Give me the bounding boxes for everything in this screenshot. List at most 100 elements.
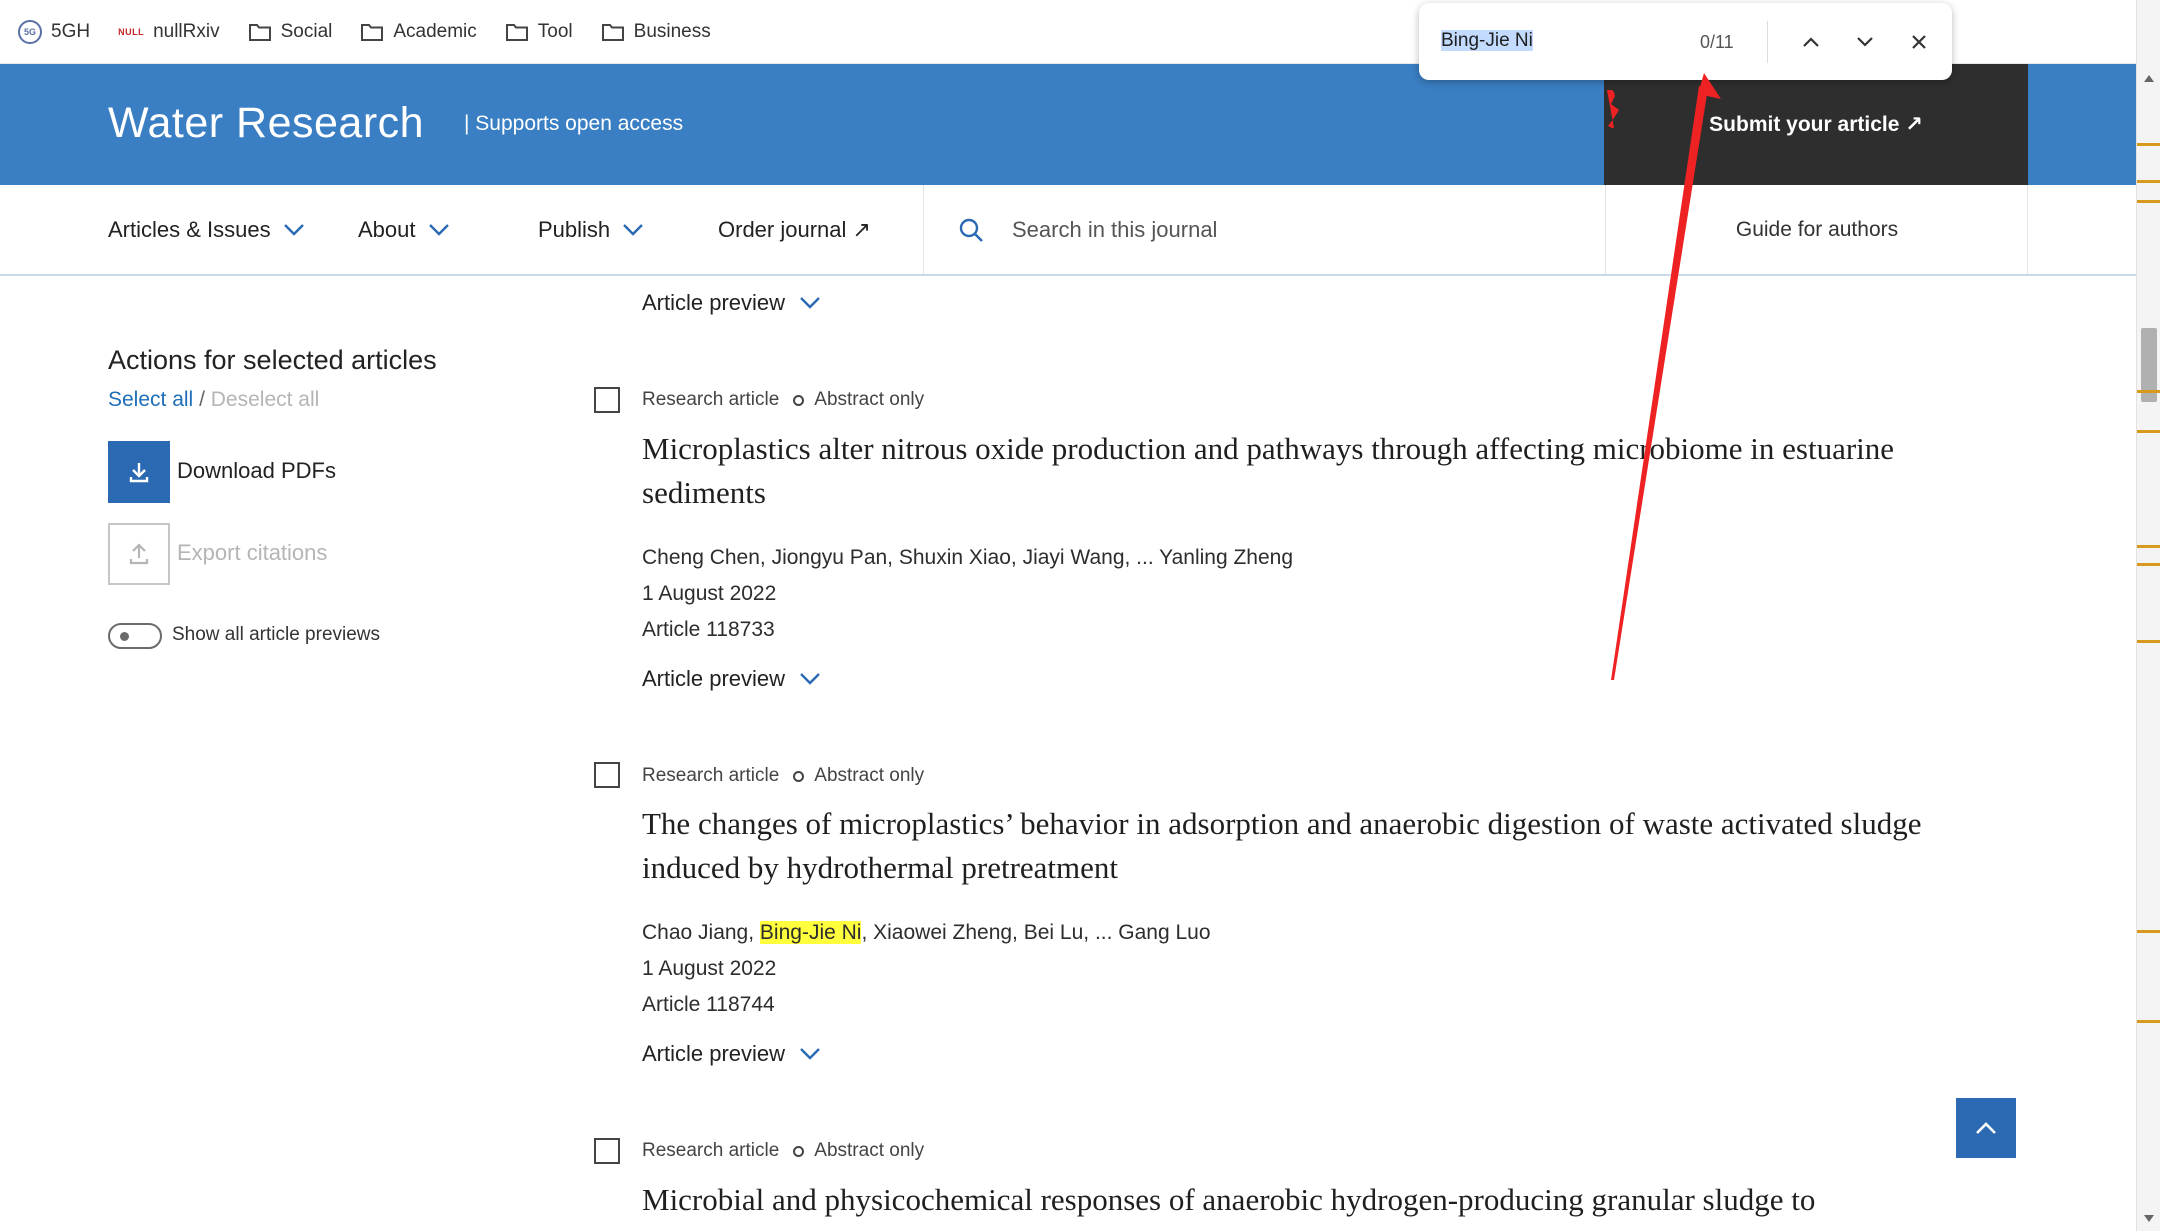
bookmark-folder-social[interactable]: Social bbox=[248, 21, 332, 43]
nav-order-journal[interactable]: Order journal ↗ bbox=[718, 217, 871, 243]
article-number: Article 118733 bbox=[642, 618, 775, 641]
journal-search[interactable] bbox=[958, 195, 1598, 265]
nav-label: About bbox=[358, 217, 416, 242]
scroll-up-arrow-icon[interactable] bbox=[2143, 72, 2155, 84]
article-type: Research article bbox=[642, 765, 780, 786]
article-preview-toggle[interactable]: Article preview bbox=[642, 1041, 821, 1067]
nav-divider bbox=[923, 185, 924, 274]
bookmark-folder-academic[interactable]: Academic bbox=[360, 21, 477, 43]
export-citations-label: Export citations bbox=[177, 540, 328, 565]
chevron-down-icon bbox=[1857, 37, 1873, 47]
guide-for-authors-link[interactable]: Guide for authors bbox=[1606, 185, 2028, 274]
authors-text: Chao Jiang, bbox=[642, 921, 760, 944]
article-access: Abstract only bbox=[814, 1140, 925, 1161]
close-icon bbox=[1912, 35, 1926, 49]
scroll-down-arrow-icon[interactable] bbox=[2143, 1212, 2155, 1224]
scroll-to-top-button[interactable] bbox=[1956, 1098, 2016, 1158]
article-title-line: Microbial and physicochemical responses … bbox=[642, 1182, 1816, 1217]
find-match-marker bbox=[2137, 430, 2160, 433]
bookmark-folder-business[interactable]: Business bbox=[601, 21, 711, 43]
access-dot-icon bbox=[793, 1145, 805, 1157]
article-type: Research article bbox=[642, 1140, 780, 1161]
article-previews-toggle-label[interactable]: Show all article previews bbox=[172, 624, 380, 646]
journal-title[interactable]: Water Research bbox=[108, 99, 424, 148]
chevron-down-icon bbox=[800, 673, 820, 685]
find-in-page-bar: Bing-Jie Ni 0/11 bbox=[1419, 3, 1952, 80]
nav-about[interactable]: About bbox=[358, 217, 450, 243]
article-access: Abstract only bbox=[814, 389, 925, 410]
article-meta: Research article Abstract only bbox=[642, 1140, 924, 1162]
bookmark-label: Tool bbox=[537, 20, 573, 42]
find-close-button[interactable] bbox=[1904, 27, 1934, 57]
article-title-link[interactable]: Microbial and physicochemical responses … bbox=[642, 1178, 2017, 1222]
nav-publish[interactable]: Publish bbox=[538, 217, 644, 243]
bookmark-folder-tool[interactable]: Tool bbox=[505, 21, 573, 43]
actions-heading: Actions for selected articles bbox=[108, 345, 437, 375]
export-citations-button bbox=[108, 523, 170, 585]
nav-label: Publish bbox=[538, 217, 611, 242]
preview-label: Article preview bbox=[642, 290, 786, 315]
access-dot-icon bbox=[793, 770, 805, 782]
selection-separator: / bbox=[199, 388, 205, 411]
article-checkbox[interactable] bbox=[594, 1138, 620, 1164]
download-pdfs-button[interactable] bbox=[108, 441, 170, 503]
article-checkbox[interactable] bbox=[594, 762, 620, 788]
nav-articles-issues[interactable]: Articles & Issues bbox=[108, 217, 305, 243]
article-title-link[interactable]: Microplastics alter nitrous oxide produc… bbox=[642, 427, 2017, 515]
article-title-line: induced by hydrothermal pretreatment bbox=[642, 850, 1119, 885]
preview-label: Article preview bbox=[642, 666, 786, 691]
find-match-marker bbox=[2137, 930, 2160, 933]
find-next-button[interactable] bbox=[1850, 27, 1880, 57]
bookmark-5gh[interactable]: 5G 5GH bbox=[18, 19, 91, 44]
article-preview-toggle[interactable]: Article preview bbox=[642, 290, 821, 316]
site-logo-icon: 5G bbox=[18, 19, 42, 44]
folder-icon bbox=[601, 22, 625, 42]
search-icon bbox=[959, 218, 983, 242]
bookmark-label: nullRxiv bbox=[153, 20, 220, 42]
article-title-link[interactable]: The changes of microplastics’ behavior i… bbox=[642, 802, 2017, 890]
bookmark-nullrxiv[interactable]: NULL nullRxiv bbox=[118, 21, 220, 43]
chevron-up-icon bbox=[1803, 37, 1819, 47]
authors-text: , Xiaowei Zheng, Bei Lu, ... Gang Luo bbox=[861, 921, 1211, 944]
article-title-line: The changes of microplastics’ behavior i… bbox=[642, 806, 1922, 841]
nav-divider bbox=[2027, 185, 2028, 274]
page-scrollbar[interactable] bbox=[2136, 0, 2160, 1231]
find-match-marker bbox=[2137, 563, 2160, 566]
selection-links: Select all / Deselect all bbox=[108, 388, 319, 412]
chevron-down-icon bbox=[800, 297, 820, 309]
submit-article-button[interactable]: Submit your article ↗ bbox=[1604, 64, 2028, 185]
chevron-down-icon bbox=[800, 1048, 820, 1060]
find-previous-button[interactable] bbox=[1796, 27, 1826, 57]
find-match-marker bbox=[2137, 1020, 2160, 1023]
journal-header: Water Research | Supports open access Su… bbox=[0, 64, 2136, 185]
folder-icon bbox=[360, 22, 384, 42]
article-date: 1 August 2022 bbox=[642, 957, 777, 980]
folder-icon bbox=[505, 22, 529, 42]
find-match-marker bbox=[2137, 200, 2160, 203]
article-previews-toggle[interactable] bbox=[108, 623, 162, 649]
find-input[interactable]: Bing-Jie Ni bbox=[1441, 30, 1533, 52]
article-type: Research article bbox=[642, 389, 780, 410]
find-match-count: 0/11 bbox=[1700, 32, 1734, 52]
upload-icon bbox=[129, 543, 149, 565]
find-match-marker bbox=[2137, 390, 2160, 393]
null-logo-icon: NULL bbox=[118, 26, 145, 37]
article-meta: Research article Abstract only bbox=[642, 389, 924, 411]
find-divider bbox=[1767, 21, 1768, 63]
bookmark-label: 5GH bbox=[51, 20, 91, 42]
chevron-down-icon bbox=[283, 224, 304, 236]
article-title-line: Microplastics alter nitrous oxide produc… bbox=[642, 431, 1895, 466]
download-pdfs-label[interactable]: Download PDFs bbox=[177, 458, 336, 484]
find-match-marker bbox=[2137, 640, 2160, 643]
find-match-marker bbox=[2137, 545, 2160, 548]
article-checkbox[interactable] bbox=[594, 387, 620, 413]
folder-icon bbox=[248, 22, 272, 42]
article-authors: Chao Jiang, Bing-Jie Ni, Xiaowei Zheng, … bbox=[642, 921, 1211, 945]
search-input[interactable] bbox=[1012, 217, 1572, 243]
find-match-marker bbox=[2137, 180, 2160, 183]
article-title-line: sediments bbox=[642, 475, 766, 510]
select-all-link[interactable]: Select all bbox=[108, 388, 193, 411]
chevron-down-icon bbox=[623, 224, 644, 236]
deselect-all-link: Deselect all bbox=[210, 388, 320, 411]
article-preview-toggle[interactable]: Article preview bbox=[642, 666, 821, 692]
